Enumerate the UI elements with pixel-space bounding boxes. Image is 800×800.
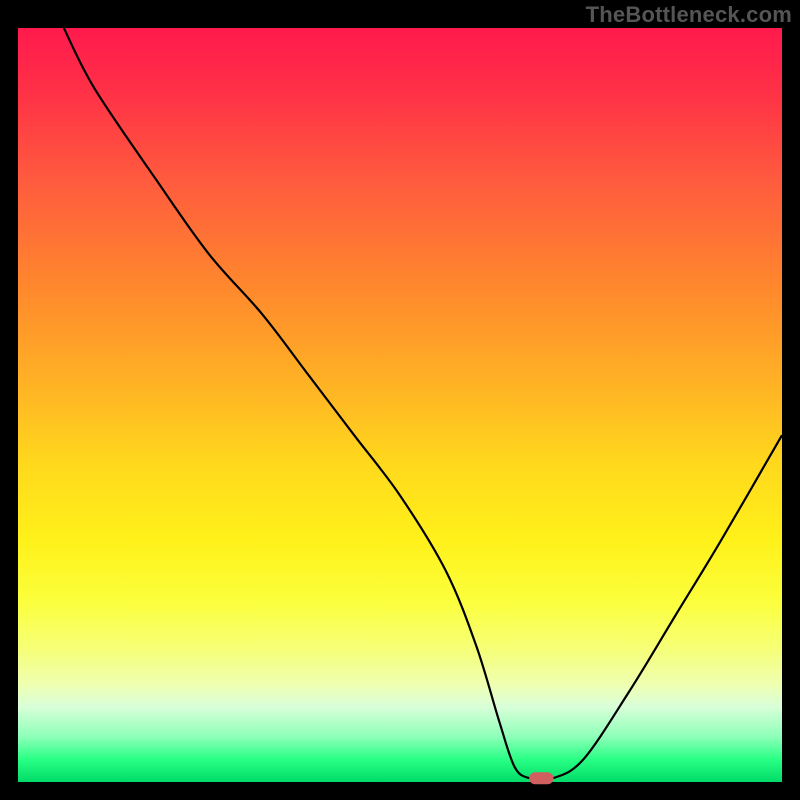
chart-stage: TheBottleneck.com [0,0,800,800]
watermark-text: TheBottleneck.com [586,2,792,28]
curve-svg [18,28,782,782]
bottleneck-curve-path [64,28,782,780]
plot-area [18,28,782,782]
optimum-marker [529,772,553,784]
